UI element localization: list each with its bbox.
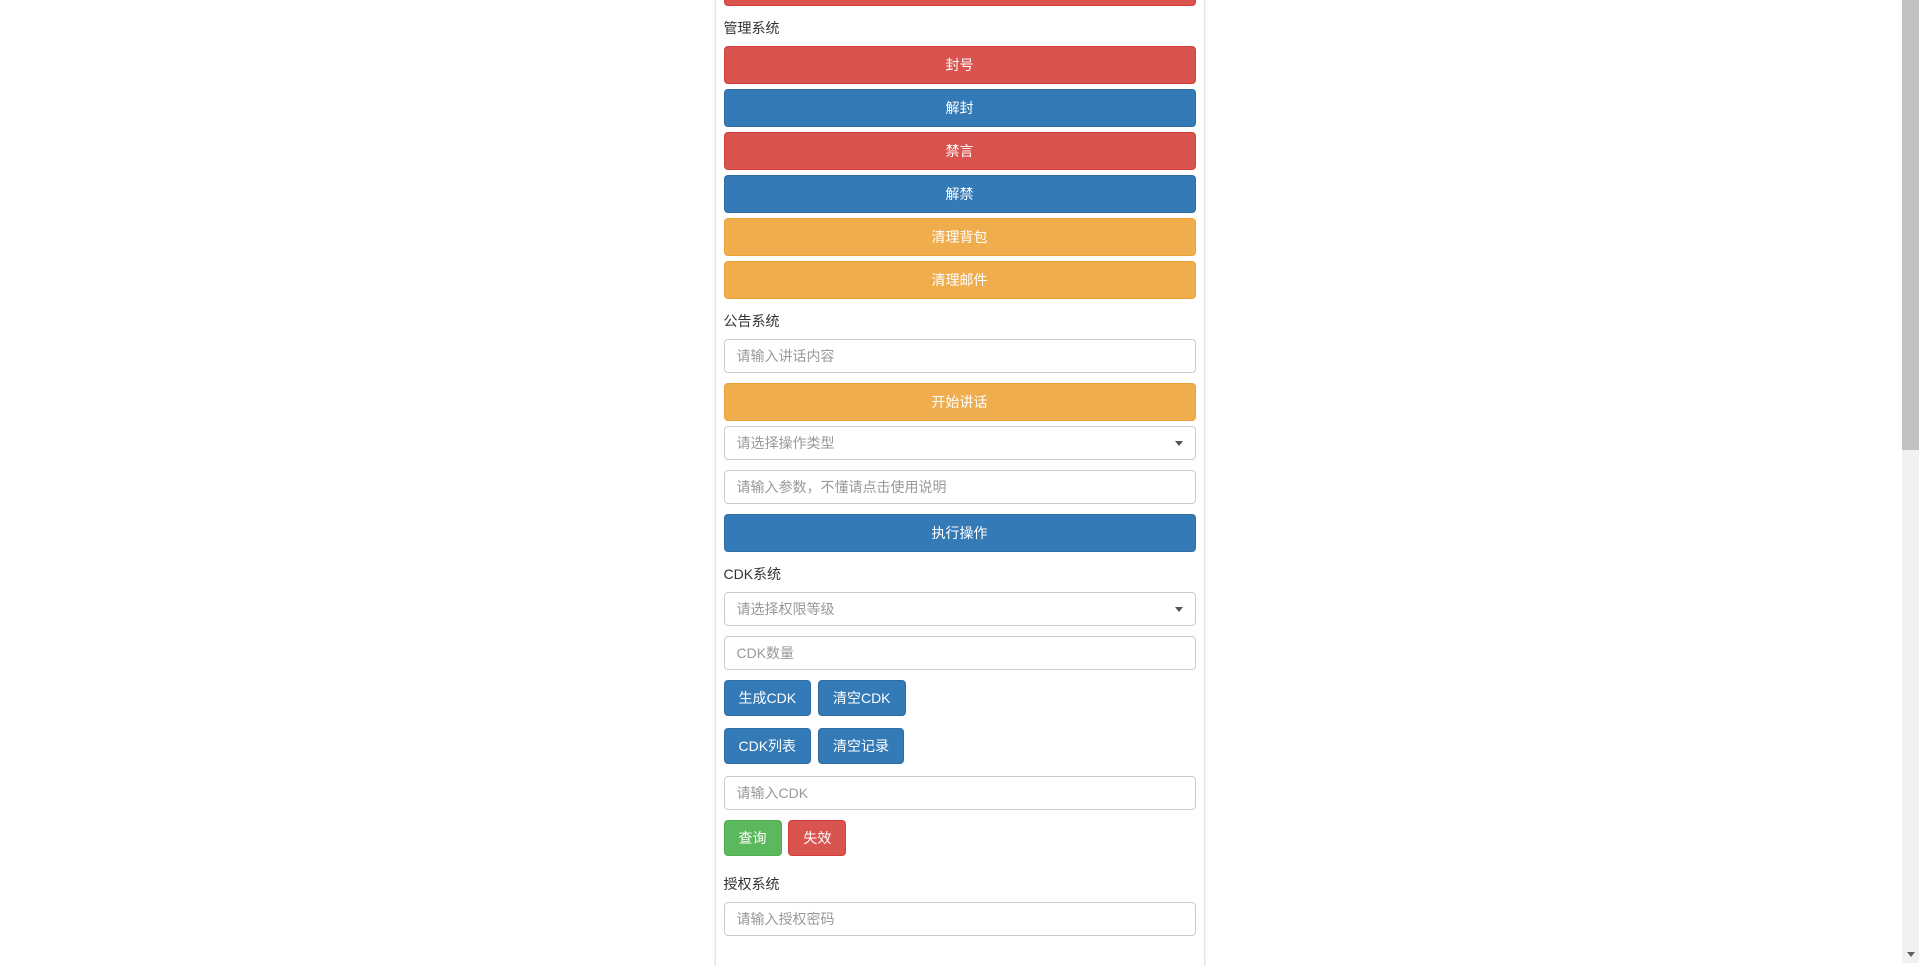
top-cutoff-button <box>724 0 1196 6</box>
scroll-down-arrow-icon[interactable] <box>1902 946 1919 963</box>
cdk-query-row: 查询 失效 <box>724 820 1196 862</box>
start-speak-button[interactable]: 开始讲话 <box>724 383 1196 421</box>
query-button[interactable]: 查询 <box>724 820 782 856</box>
ban-account-button[interactable]: 封号 <box>724 46 1196 84</box>
cdk-button-row-2: CDK列表 清空记录 <box>724 728 1196 770</box>
clear-mail-button[interactable]: 清理邮件 <box>724 261 1196 299</box>
invalid-button[interactable]: 失效 <box>788 820 846 856</box>
clear-cdk-button[interactable]: 清空CDK <box>818 680 906 716</box>
unban-account-button[interactable]: 解封 <box>724 89 1196 127</box>
mute-button[interactable]: 禁言 <box>724 132 1196 170</box>
main-panel: 管理系统 封号 解封 禁言 解禁 清理背包 清理邮件 公告系统 开始讲话 请选择… <box>715 0 1205 966</box>
section-label-auth: 授权系统 <box>724 872 1196 896</box>
permission-level-select[interactable]: 请选择权限等级 <box>724 592 1196 626</box>
cdk-list-button[interactable]: CDK列表 <box>724 728 812 764</box>
vertical-scrollbar[interactable] <box>1902 0 1919 963</box>
auth-password-input[interactable] <box>724 902 1196 936</box>
section-label-management: 管理系统 <box>724 16 1196 40</box>
execute-operation-button[interactable]: 执行操作 <box>724 514 1196 552</box>
clear-record-button[interactable]: 清空记录 <box>818 728 904 764</box>
operation-type-placeholder: 请选择操作类型 <box>737 433 835 453</box>
permission-level-placeholder: 请选择权限等级 <box>737 599 835 619</box>
unmute-button[interactable]: 解禁 <box>724 175 1196 213</box>
caret-down-icon <box>1175 607 1183 612</box>
cdk-button-row-1: 生成CDK 清空CDK <box>724 680 1196 722</box>
cdk-count-input[interactable] <box>724 636 1196 670</box>
scrollbar-thumb[interactable] <box>1902 0 1919 450</box>
clear-bag-button[interactable]: 清理背包 <box>724 218 1196 256</box>
section-label-announce: 公告系统 <box>724 309 1196 333</box>
operation-param-input[interactable] <box>724 470 1196 504</box>
generate-cdk-button[interactable]: 生成CDK <box>724 680 812 716</box>
caret-down-icon <box>1175 441 1183 446</box>
section-label-cdk: CDK系统 <box>724 562 1196 586</box>
operation-type-select[interactable]: 请选择操作类型 <box>724 426 1196 460</box>
speak-content-input[interactable] <box>724 339 1196 373</box>
cdk-input[interactable] <box>724 776 1196 810</box>
